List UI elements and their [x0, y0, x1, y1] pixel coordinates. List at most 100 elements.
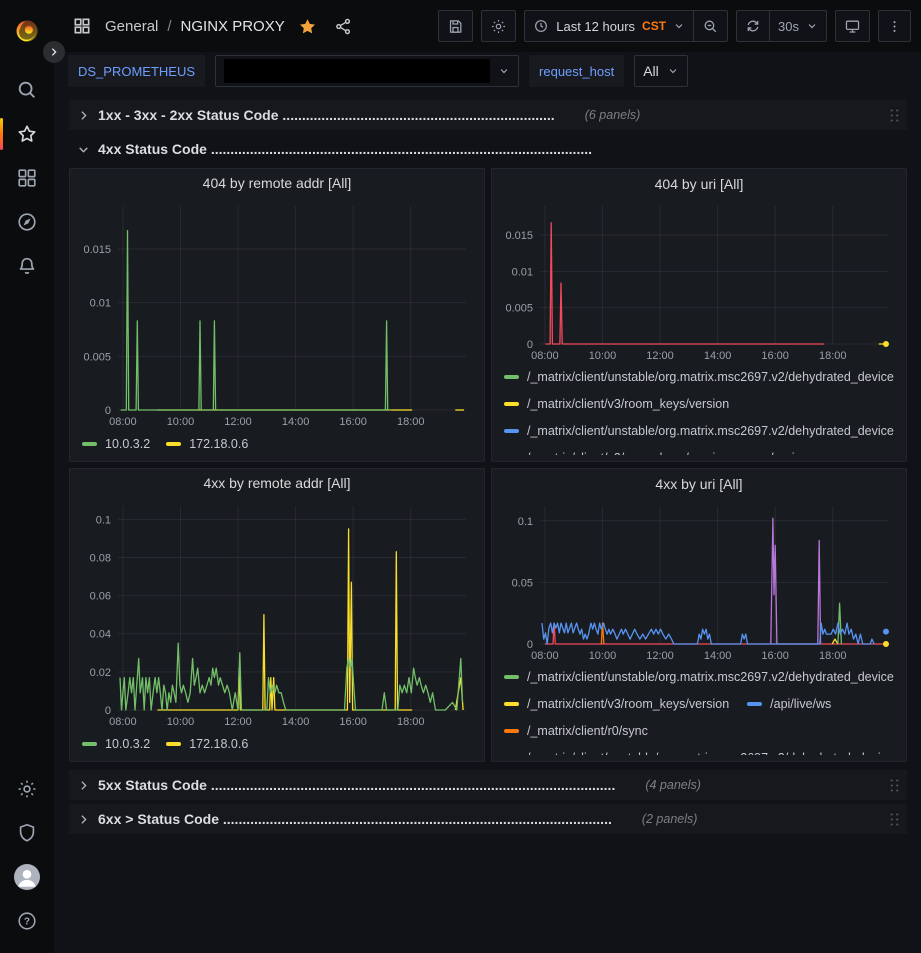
- row-4xx[interactable]: 4xx Status Code ........................…: [69, 134, 907, 164]
- svg-text:18:00: 18:00: [397, 716, 425, 728]
- magnifier-minus-icon: [702, 18, 719, 35]
- row-5xx[interactable]: 5xx Status Code ........................…: [69, 770, 907, 800]
- breadcrumb-folder[interactable]: General: [105, 18, 158, 35]
- legend-item[interactable]: 172.18.0.6: [166, 735, 248, 753]
- avatar: [14, 864, 40, 890]
- sidebar-item-help[interactable]: ?: [0, 899, 54, 943]
- sidebar-item-dashboards[interactable]: [0, 156, 54, 200]
- breadcrumb-dashboard-title[interactable]: NGINX PROXY: [181, 18, 285, 35]
- legend-item[interactable]: /_matrix/client/unstable/org.matrix.msc2…: [504, 422, 894, 440]
- save-icon: [447, 18, 464, 35]
- svg-text:08:00: 08:00: [531, 350, 559, 362]
- svg-text:0.02: 0.02: [90, 667, 111, 679]
- sidebar-item-server-admin[interactable]: [0, 811, 54, 855]
- svg-text:0.1: 0.1: [96, 514, 111, 526]
- svg-text:0.01: 0.01: [512, 267, 533, 279]
- panel-title[interactable]: 404 by remote addr [All]: [76, 169, 478, 198]
- svg-text:0: 0: [527, 639, 533, 651]
- zoom-out-time-button[interactable]: [693, 10, 728, 42]
- share-icon: [334, 17, 353, 36]
- panel-title[interactable]: 4xx by remote addr [All]: [76, 469, 478, 498]
- svg-text:14:00: 14:00: [704, 350, 732, 362]
- favorite-star-button[interactable]: [294, 13, 321, 40]
- tv-mode-button[interactable]: [835, 10, 870, 42]
- variable-label-request-host[interactable]: request_host: [529, 55, 624, 87]
- svg-text:16:00: 16:00: [761, 650, 789, 662]
- sidebar-item-profile[interactable]: [0, 855, 54, 899]
- chevron-down-icon: [77, 143, 90, 156]
- legend-item[interactable]: 10.0.3.2: [82, 735, 150, 753]
- svg-text:0.05: 0.05: [512, 578, 533, 590]
- sidebar-item-search[interactable]: [0, 68, 54, 112]
- time-series-chart[interactable]: 08:0010:0012:0014:0016:0018:0000.020.040…: [76, 498, 478, 730]
- redacted-datasource-value: [224, 59, 490, 83]
- chevron-down-icon: [498, 65, 510, 77]
- timezone-label: CST: [642, 19, 666, 33]
- sidebar-item-alerting[interactable]: [0, 244, 54, 288]
- svg-text:16:00: 16:00: [339, 716, 367, 728]
- legend-item[interactable]: /sw.js: [747, 449, 801, 455]
- panel-legend: /_matrix/client/unstable/org.matrix.msc2…: [498, 364, 900, 455]
- sidebar-bottom: ?: [0, 767, 54, 943]
- panel-404-by-remote-addr: 404 by remote addr [All] 08:0010:0012:00…: [69, 168, 485, 462]
- save-dashboard-button[interactable]: [438, 10, 473, 42]
- legend-swatch: [82, 742, 97, 746]
- row-drag-handle[interactable]: [888, 107, 899, 124]
- variable-value-request-host[interactable]: All: [634, 55, 688, 87]
- breadcrumb: General / NGINX PROXY: [68, 12, 357, 40]
- share-button[interactable]: [330, 13, 357, 40]
- star-icon: [16, 123, 38, 145]
- sidebar-item-explore[interactable]: [0, 200, 54, 244]
- grafana-app: ? General / NGINX PROXY: [0, 0, 921, 953]
- svg-text:18:00: 18:00: [819, 650, 847, 662]
- row-panel-count: (6 panels): [585, 108, 641, 122]
- legend-item[interactable]: /_matrix/client/v3/room_keys/version: [504, 695, 729, 713]
- row-drag-handle[interactable]: [888, 811, 899, 828]
- legend-swatch: [166, 442, 181, 446]
- sidebar-item-configuration[interactable]: [0, 767, 54, 811]
- time-controls: Last 12 hours CST: [524, 10, 728, 42]
- top-navbar: General / NGINX PROXY: [54, 0, 921, 52]
- time-series-chart[interactable]: 08:0010:0012:0014:0016:0018:0000.0050.01…: [498, 198, 900, 364]
- row-6xx[interactable]: 6xx > Status Code ......................…: [69, 804, 907, 834]
- legend-swatch: [82, 442, 97, 446]
- legend-item[interactable]: /_matrix/client/v3/room_keys/version: [504, 395, 729, 413]
- dashboard-toolbar: Last 12 hours CST: [438, 10, 911, 42]
- row-1xx-3xx-2xx[interactable]: 1xx - 3xx - 2xx Status Code ............…: [69, 100, 907, 130]
- panel-title[interactable]: 4xx by uri [All]: [498, 469, 900, 498]
- legend-item[interactable]: /api/live/ws: [747, 695, 831, 713]
- variable-value-ds-prometheus[interactable]: [215, 55, 519, 87]
- legend-item[interactable]: /_matrix/client/r0/sync: [504, 722, 648, 740]
- legend-item[interactable]: 172.18.0.6: [166, 435, 248, 453]
- chevron-right-icon: [77, 779, 90, 792]
- panel-404-by-uri: 404 by uri [All] 08:0010:0012:0014:0016:…: [491, 168, 907, 462]
- legend-item[interactable]: 10.0.3.2: [82, 435, 150, 453]
- row-drag-handle[interactable]: [888, 777, 899, 794]
- kebab-menu-button[interactable]: [878, 10, 911, 42]
- panel-legend: 10.0.3.2 172.18.0.6: [76, 730, 478, 755]
- legend-item[interactable]: /_matrix/client/unstable/org.matrix.msc2…: [504, 368, 894, 386]
- svg-text:10:00: 10:00: [167, 416, 195, 428]
- svg-text:0: 0: [527, 339, 533, 351]
- compass-icon: [16, 211, 38, 233]
- shield-icon: [16, 822, 38, 844]
- variable-label-ds-prometheus[interactable]: DS_PROMETHEUS: [68, 55, 205, 87]
- refresh-button[interactable]: [736, 10, 769, 42]
- legend-item[interactable]: /_matrix/client/unstable/org.matrix.msc2…: [504, 749, 894, 755]
- gear-icon: [16, 778, 38, 800]
- panel-4xx-by-uri: 4xx by uri [All] 08:0010:0012:0014:0016:…: [491, 468, 907, 762]
- legend-item[interactable]: /_matrix/client/unstable/org.matrix.msc2…: [504, 668, 894, 686]
- legend-swatch: [504, 729, 519, 733]
- time-series-chart[interactable]: 08:0010:0012:0014:0016:0018:0000.0050.01…: [76, 198, 478, 430]
- panel-title[interactable]: 404 by uri [All]: [498, 169, 900, 198]
- expand-sidebar-button[interactable]: [43, 41, 65, 63]
- svg-text:12:00: 12:00: [646, 650, 674, 662]
- main-area: General / NGINX PROXY: [54, 0, 921, 953]
- refresh-interval-picker[interactable]: 30s: [769, 10, 827, 42]
- sidebar-item-starred[interactable]: [0, 112, 54, 156]
- time-series-chart[interactable]: 08:0010:0012:0014:0016:0018:0000.050.1: [498, 498, 900, 664]
- dashboard-settings-button[interactable]: [481, 10, 516, 42]
- svg-text:10:00: 10:00: [589, 650, 617, 662]
- time-range-picker[interactable]: Last 12 hours CST: [524, 10, 693, 42]
- legend-item[interactable]: /_matrix/client/v3/room_keys/version: [504, 449, 729, 455]
